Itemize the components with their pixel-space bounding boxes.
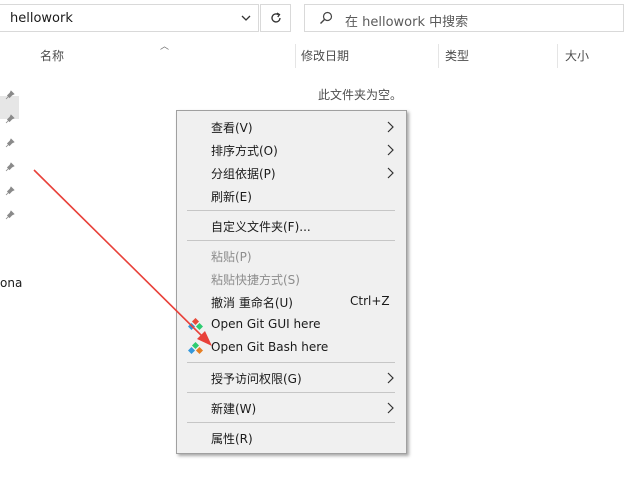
sort-ascending-icon: ︿ xyxy=(160,42,170,52)
menu-separator xyxy=(187,392,395,393)
chevron-right-icon xyxy=(387,372,394,384)
menu-item-label: Open Git Bash here xyxy=(211,340,329,354)
chevron-down-icon[interactable] xyxy=(240,12,252,24)
menu-item-label: 自定义文件夹(F)... xyxy=(211,220,311,234)
menu-item-new[interactable]: 新建(W) xyxy=(177,397,406,419)
menu-separator xyxy=(187,422,395,423)
address-path: hellowork xyxy=(10,11,73,26)
menu-separator xyxy=(187,240,395,241)
search-box[interactable]: 在 hellowork 中搜索 xyxy=(304,4,624,32)
menu-item-label: 排序方式(O) xyxy=(211,144,278,158)
menu-item-customize-folder[interactable]: 自定义文件夹(F)... xyxy=(177,215,406,237)
menu-item-properties[interactable]: 属性(R) xyxy=(177,427,406,449)
menu-separator xyxy=(187,362,395,363)
menu-item-give-access[interactable]: 授予访问权限(G) xyxy=(177,367,406,389)
column-header-type[interactable]: 类型 xyxy=(445,47,469,64)
menu-item-label: 查看(V) xyxy=(211,121,253,135)
menu-separator xyxy=(187,210,395,211)
chevron-right-icon xyxy=(387,167,394,179)
menu-item-label: 授予访问权限(G) xyxy=(211,372,302,386)
menu-item-open-git-gui[interactable]: Open Git GUI here xyxy=(177,314,406,336)
chevron-right-icon xyxy=(387,402,394,414)
menu-item-label: 粘贴(P) xyxy=(211,250,252,264)
git-gui-icon xyxy=(188,318,203,331)
chevron-right-icon xyxy=(387,144,394,156)
nav-item-label[interactable]: ona xyxy=(0,276,22,290)
pin-icon xyxy=(5,162,15,172)
menu-item-paste-shortcut: 粘贴快捷方式(S) xyxy=(177,268,406,290)
pin-icon xyxy=(5,186,15,196)
address-bar[interactable]: hellowork xyxy=(0,4,259,32)
pin-icon xyxy=(5,138,15,148)
menu-item-paste: 粘贴(P) xyxy=(177,245,406,267)
menu-item-refresh[interactable]: 刷新(E) xyxy=(177,185,406,207)
keyboard-shortcut: Ctrl+Z xyxy=(350,294,390,308)
search-icon xyxy=(320,11,333,24)
menu-item-label: 粘贴快捷方式(S) xyxy=(211,273,300,287)
refresh-icon xyxy=(270,12,281,23)
menu-item-label: 撤消 重命名(U) xyxy=(211,296,293,310)
navigation-pane: ona xyxy=(0,38,22,479)
column-divider[interactable] xyxy=(295,44,296,68)
empty-folder-message: 此文件夹为空。 xyxy=(318,88,403,102)
column-divider[interactable] xyxy=(438,44,439,68)
menu-item-label: Open Git GUI here xyxy=(211,317,321,331)
chevron-right-icon xyxy=(387,121,394,133)
menu-item-label: 刷新(E) xyxy=(211,190,252,204)
pin-icon xyxy=(5,90,15,100)
refresh-button[interactable] xyxy=(260,4,291,32)
column-header-modified[interactable]: 修改日期 xyxy=(301,47,349,64)
context-menu: 查看(V) 排序方式(O) 分组依据(P) 刷新(E) 自定义文件夹(F)...… xyxy=(176,110,407,454)
column-divider[interactable] xyxy=(557,44,558,68)
menu-item-group-by[interactable]: 分组依据(P) xyxy=(177,162,406,184)
menu-item-label: 属性(R) xyxy=(211,432,253,446)
menu-item-label: 分组依据(P) xyxy=(211,167,276,181)
menu-item-sort-by[interactable]: 排序方式(O) xyxy=(177,139,406,161)
pin-icon xyxy=(5,210,15,220)
menu-item-undo-rename[interactable]: 撤消 重命名(U) Ctrl+Z xyxy=(177,291,406,313)
column-header-name[interactable]: 名称 xyxy=(40,47,64,64)
pin-icon xyxy=(5,114,15,124)
search-placeholder[interactable]: 在 hellowork 中搜索 xyxy=(345,11,468,30)
menu-item-label: 新建(W) xyxy=(211,402,257,416)
menu-item-open-git-bash[interactable]: Open Git Bash here xyxy=(177,337,406,359)
column-header-size[interactable]: 大小 xyxy=(565,47,589,64)
toolbar: hellowork 在 hellowork 中搜索 xyxy=(0,0,624,38)
git-bash-icon xyxy=(188,341,203,355)
menu-item-view[interactable]: 查看(V) xyxy=(177,116,406,138)
